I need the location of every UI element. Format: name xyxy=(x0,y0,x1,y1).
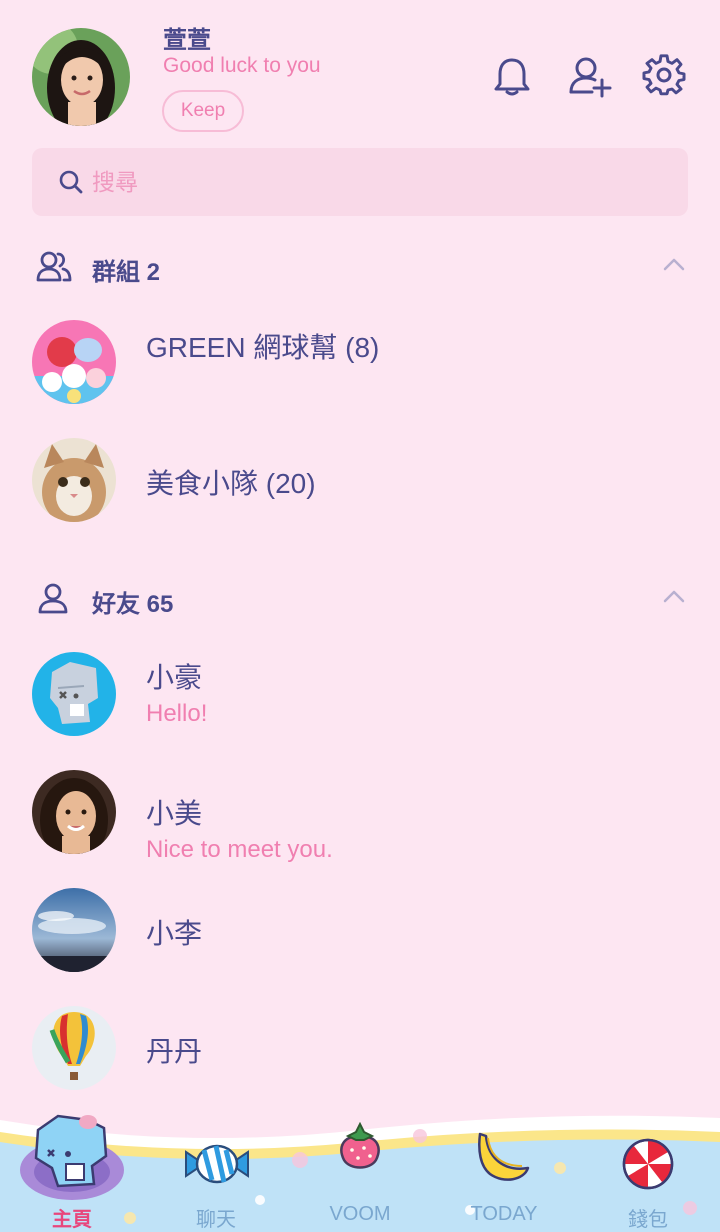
bell-icon[interactable] xyxy=(490,54,534,98)
friend-row[interactable]: 小豪 Hello! xyxy=(0,644,720,744)
friend-status-message: Nice to meet you. xyxy=(146,836,333,863)
friend-name: 丹丹 xyxy=(146,1036,203,1067)
friend-icon xyxy=(38,583,68,614)
search-icon xyxy=(59,170,83,194)
friend-avatar xyxy=(32,1006,116,1090)
chevron-up-icon[interactable] xyxy=(662,256,686,272)
mascot-icon[interactable] xyxy=(18,1110,126,1202)
nav-chat-label[interactable]: 聊天 xyxy=(156,1203,276,1232)
group-icon xyxy=(36,251,72,282)
nav-today-label[interactable]: TODAY xyxy=(444,1203,564,1226)
friends-section-header[interactable]: 好友 65 xyxy=(0,568,720,628)
friend-status-message: Hello! xyxy=(146,700,208,727)
group-row-green[interactable]: GREEN 網球幫 (8) xyxy=(0,312,720,412)
friend-avatar xyxy=(32,652,116,736)
group-name: GREEN 網球幫 (8) xyxy=(146,332,380,363)
group-name: 美食小隊 (20) xyxy=(146,468,316,499)
nav-voom-label[interactable]: VOOM xyxy=(300,1203,420,1226)
groups-section-title: 群組 2 xyxy=(92,259,161,286)
candy-icon[interactable] xyxy=(182,1138,252,1190)
friend-avatar xyxy=(32,770,116,854)
add-friend-icon[interactable] xyxy=(568,54,612,98)
friends-section-title: 好友 65 xyxy=(92,591,174,618)
profile-header: 萱萱 Good luck to you Keep xyxy=(0,0,720,140)
friend-row[interactable]: 小李 xyxy=(0,880,720,980)
chevron-up-icon[interactable] xyxy=(662,588,686,604)
friend-avatar xyxy=(32,888,116,972)
friend-name: 小豪 xyxy=(146,662,203,693)
strawberry-icon[interactable] xyxy=(334,1122,386,1174)
group-avatar xyxy=(32,438,116,522)
nav-wallet-label[interactable]: 錢包 xyxy=(588,1203,708,1232)
friend-row[interactable]: 丹丹 xyxy=(0,998,720,1098)
search-bar[interactable]: 搜尋 xyxy=(32,148,688,216)
group-row-food[interactable]: 美食小隊 (20) xyxy=(0,430,720,530)
friend-name: 小李 xyxy=(146,918,203,949)
peppermint-icon[interactable] xyxy=(622,1138,674,1190)
profile-name: 萱萱 xyxy=(163,27,211,54)
banana-icon[interactable] xyxy=(474,1130,534,1186)
groups-section-header[interactable]: 群組 2 xyxy=(0,236,720,296)
friend-name: 小美 xyxy=(146,798,203,829)
nav-home-label[interactable]: 主頁 xyxy=(12,1203,132,1232)
friend-row[interactable]: 小美 Nice to meet you. xyxy=(0,762,720,863)
keep-button[interactable]: Keep xyxy=(162,90,244,132)
profile-avatar[interactable] xyxy=(32,28,130,126)
group-avatar xyxy=(32,320,116,404)
search-input[interactable]: 搜尋 xyxy=(92,148,138,216)
gear-icon[interactable] xyxy=(642,54,686,98)
profile-status-message[interactable]: Good luck to you xyxy=(163,54,321,78)
